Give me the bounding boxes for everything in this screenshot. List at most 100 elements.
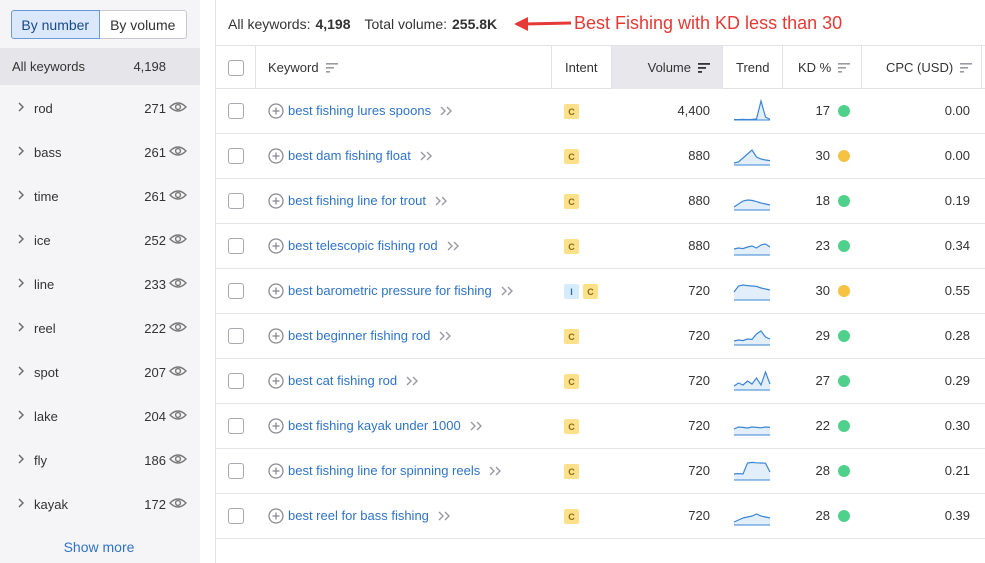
volume-column-header[interactable]: Volume: [612, 46, 722, 89]
double-chevron-right-icon[interactable]: [438, 331, 452, 341]
eye-icon[interactable]: [169, 452, 187, 466]
intent-badge: C: [564, 329, 579, 344]
cpc-value: 0.29: [944, 373, 970, 388]
keyword-link[interactable]: best fishing lures spoons: [288, 103, 453, 118]
chevron-right-icon[interactable]: [16, 364, 26, 378]
keyword-group-reel[interactable]: reel 222: [0, 306, 200, 350]
intent-badge: C: [564, 509, 579, 524]
sort-descending-icon[interactable]: [698, 62, 710, 73]
chevron-right-icon[interactable]: [16, 320, 26, 334]
keyword-group-line[interactable]: line 233: [0, 262, 200, 306]
add-keyword-icon[interactable]: [268, 148, 284, 164]
double-chevron-right-icon[interactable]: [469, 421, 483, 431]
add-keyword-icon[interactable]: [268, 193, 284, 209]
keyword-column-header[interactable]: Keyword: [268, 46, 338, 89]
add-keyword-icon[interactable]: [268, 418, 284, 434]
chevron-right-icon[interactable]: [16, 496, 26, 510]
eye-icon[interactable]: [169, 496, 187, 510]
eye-icon[interactable]: [169, 320, 187, 334]
intent-badges: C: [564, 194, 579, 209]
kd-column-header[interactable]: KD %: [798, 46, 851, 89]
keyword-text: best reel for bass fishing: [288, 508, 429, 523]
keyword-group-fly[interactable]: fly 186: [0, 438, 200, 482]
keyword-group-rod[interactable]: rod 271: [0, 86, 200, 130]
add-keyword-icon[interactable]: [268, 373, 284, 389]
select-all-checkbox[interactable]: [228, 59, 244, 76]
row-checkbox[interactable]: [228, 373, 244, 389]
cpc-value: 0.28: [944, 328, 970, 343]
keyword-link[interactable]: best reel for bass fishing: [288, 508, 451, 523]
eye-icon[interactable]: [169, 364, 187, 378]
show-more-link[interactable]: Show more: [0, 539, 198, 555]
eye-icon[interactable]: [169, 232, 187, 246]
double-chevron-right-icon[interactable]: [446, 241, 460, 251]
keyword-group-time[interactable]: time 261: [0, 174, 200, 218]
row-checkbox[interactable]: [228, 148, 244, 164]
keyword-link[interactable]: best fishing line for spinning reels: [288, 463, 502, 478]
keyword-group-count: 252: [144, 232, 166, 248]
double-chevron-right-icon[interactable]: [405, 376, 419, 386]
keyword-group-count: 172: [144, 496, 166, 512]
row-checkbox[interactable]: [228, 193, 244, 209]
row-checkbox[interactable]: [228, 463, 244, 479]
volume-value: 720: [688, 283, 710, 298]
keyword-link[interactable]: best fishing kayak under 1000: [288, 418, 483, 433]
kd-value: 30: [815, 283, 830, 298]
row-checkbox[interactable]: [228, 328, 244, 344]
sort-icon[interactable]: [960, 62, 973, 73]
kd-difficulty-dot: [838, 510, 850, 522]
keyword-link[interactable]: best dam fishing float: [288, 148, 433, 163]
keyword-link[interactable]: best barometric pressure for fishing: [288, 283, 514, 298]
eye-icon[interactable]: [169, 100, 187, 114]
eye-icon[interactable]: [169, 144, 187, 158]
add-keyword-icon[interactable]: [268, 508, 284, 524]
double-chevron-right-icon[interactable]: [488, 466, 502, 476]
chevron-right-icon[interactable]: [16, 100, 26, 114]
cpc-column-header[interactable]: CPC (USD): [886, 46, 973, 89]
row-checkbox[interactable]: [228, 103, 244, 119]
keyword-group-lake[interactable]: lake 204: [0, 394, 200, 438]
volume-value: 720: [688, 463, 710, 478]
add-keyword-icon[interactable]: [268, 103, 284, 119]
add-keyword-icon[interactable]: [268, 238, 284, 254]
keyword-group-bass[interactable]: bass 261: [0, 130, 200, 174]
by-number-toggle[interactable]: By number: [11, 10, 100, 39]
by-volume-toggle[interactable]: By volume: [99, 10, 187, 39]
keyword-link[interactable]: best fishing line for trout: [288, 193, 448, 208]
intent-badge: C: [564, 104, 579, 119]
keyword-group-kayak[interactable]: kayak 172: [0, 482, 200, 526]
sort-icon[interactable]: [325, 62, 338, 73]
chevron-right-icon[interactable]: [16, 144, 26, 158]
double-chevron-right-icon[interactable]: [434, 196, 448, 206]
row-checkbox[interactable]: [228, 238, 244, 254]
keyword-group-spot[interactable]: spot 207: [0, 350, 200, 394]
sort-icon[interactable]: [838, 62, 851, 73]
trend-sparkline: [733, 284, 771, 301]
double-chevron-right-icon[interactable]: [437, 511, 451, 521]
chevron-right-icon[interactable]: [16, 452, 26, 466]
all-keywords-group[interactable]: All keywords 4,198: [0, 48, 200, 85]
chevron-right-icon[interactable]: [16, 232, 26, 246]
keyword-link[interactable]: best beginner fishing rod: [288, 328, 452, 343]
chevron-right-icon[interactable]: [16, 188, 26, 202]
keyword-group-name: lake: [34, 408, 58, 424]
eye-icon[interactable]: [169, 408, 187, 422]
add-keyword-icon[interactable]: [268, 463, 284, 479]
eye-icon[interactable]: [169, 276, 187, 290]
all-keywords-label: All keywords: [12, 59, 85, 74]
row-checkbox[interactable]: [228, 418, 244, 434]
add-keyword-icon[interactable]: [268, 328, 284, 344]
chevron-right-icon[interactable]: [16, 276, 26, 290]
double-chevron-right-icon[interactable]: [419, 151, 433, 161]
row-checkbox[interactable]: [228, 508, 244, 524]
trend-area: [734, 150, 770, 165]
keyword-group-ice[interactable]: ice 252: [0, 218, 200, 262]
add-keyword-icon[interactable]: [268, 283, 284, 299]
keyword-link[interactable]: best cat fishing rod: [288, 373, 419, 388]
chevron-right-icon[interactable]: [16, 408, 26, 422]
double-chevron-right-icon[interactable]: [500, 286, 514, 296]
eye-icon[interactable]: [169, 188, 187, 202]
double-chevron-right-icon[interactable]: [439, 106, 453, 116]
row-checkbox[interactable]: [228, 283, 244, 299]
keyword-link[interactable]: best telescopic fishing rod: [288, 238, 460, 253]
